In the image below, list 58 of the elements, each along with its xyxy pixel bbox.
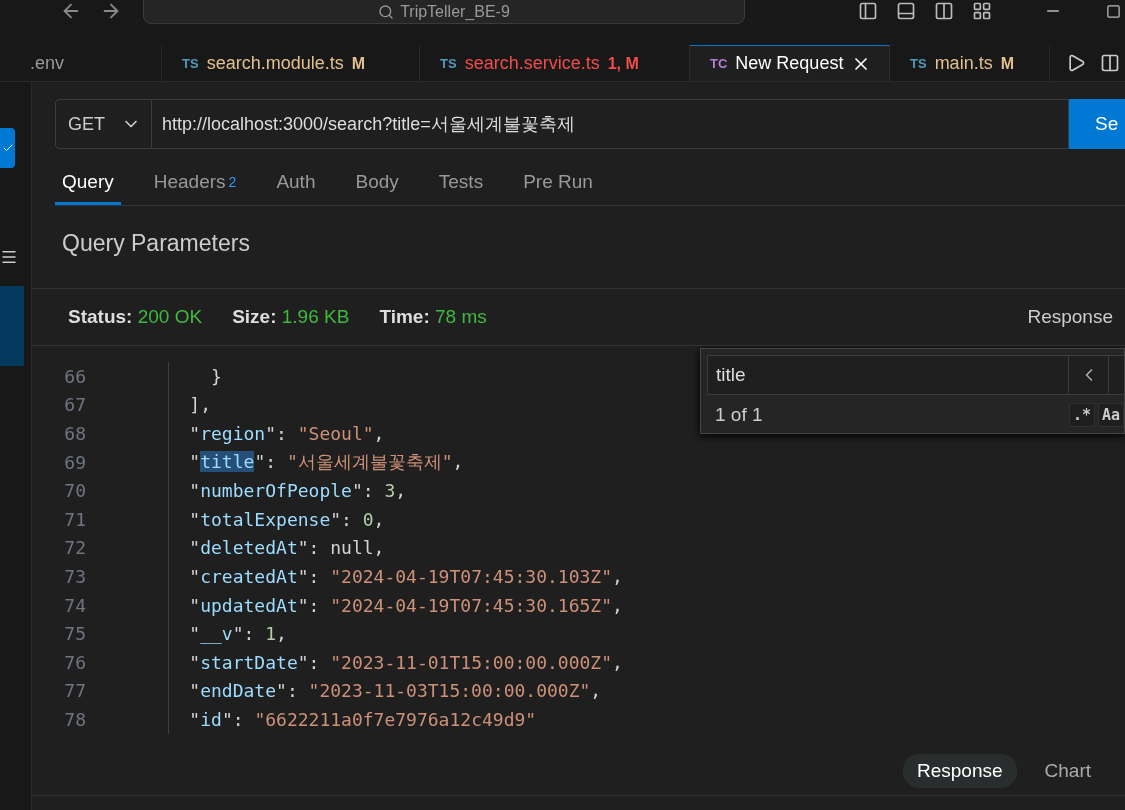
code-line: "updatedAt": "2024-04-19T07:45:30.165Z", — [188, 594, 623, 616]
customize-layout-icon[interactable] — [972, 1, 992, 21]
line-number: 73 — [63, 565, 86, 587]
maximize-icon[interactable] — [1106, 3, 1121, 19]
line-number: 69 — [63, 451, 86, 473]
code-line: "id": "6622211a0f7e7976a12c49d9" — [188, 708, 537, 730]
code-line: "endDate": "2023-11-03T15:00:00.000Z", — [188, 680, 602, 702]
status-item: Time: 78 ms — [379, 306, 487, 328]
code-line: "totalExpense": 0, — [188, 508, 385, 530]
code-line: "numberOfPeople": 3, — [188, 480, 407, 502]
send-button[interactable]: Se — [1069, 99, 1125, 149]
menu-icon[interactable] — [0, 248, 18, 266]
method-select[interactable]: GET — [55, 99, 152, 149]
line-number: 68 — [63, 423, 86, 444]
search-icon — [378, 3, 395, 20]
request-tab[interactable]: Body — [348, 161, 406, 205]
line-number: 70 — [63, 480, 86, 502]
status-item: Size: 1.96 KB — [232, 306, 350, 328]
line-number: 72 — [63, 537, 86, 559]
request-tab[interactable]: Tests — [431, 161, 491, 205]
split-editor-icon[interactable] — [1100, 53, 1120, 73]
line-number: 75 — [63, 623, 86, 645]
url-field[interactable]: http://localhost:3000/search?title=서울세계불꽃축제 — [152, 99, 1069, 149]
check-button[interactable] — [0, 128, 15, 168]
request-tab[interactable]: Pre Run — [516, 161, 600, 205]
find-field[interactable]: title — [707, 355, 1069, 395]
code-line: "startDate": "2023-11-01T15:00:00.000Z", — [188, 651, 623, 673]
toggle-secondary-sidebar-icon[interactable] — [934, 1, 954, 21]
command-center[interactable]: TripTeller_BE-9 — [143, 0, 745, 24]
request-tab[interactable]: Query — [55, 161, 121, 205]
view-tab[interactable]: Response — [902, 754, 1017, 788]
code-line: "createdAt": "2024-04-19T07:45:30.103Z", — [188, 565, 623, 587]
view-tab[interactable]: Chart — [1030, 754, 1105, 788]
line-number: 78 — [63, 708, 86, 730]
line-number: 76 — [63, 651, 86, 673]
code-line: ], — [188, 394, 212, 416]
line-number: 74 — [63, 594, 86, 616]
match-case-toggle[interactable]: Aa — [1097, 403, 1124, 427]
toggle-sidebar-icon[interactable] — [858, 1, 878, 21]
code-line: "title": "서울세계불꽃축제", — [188, 450, 464, 475]
code-line: "region": "Seoul", — [188, 423, 385, 444]
code-line: "__v": 1, — [188, 623, 287, 645]
line-number: 77 — [63, 680, 86, 702]
response-label: Response — [1027, 306, 1113, 328]
line-number: 67 — [63, 394, 86, 416]
line-number: 71 — [63, 508, 86, 530]
status-item: Status: 200 OK — [68, 306, 203, 328]
request-tab[interactable]: Auth — [269, 161, 323, 205]
match-count: 1 of 1 — [714, 404, 763, 426]
run-icon[interactable] — [1066, 53, 1086, 73]
code-line: "deletedAt": null, — [188, 537, 385, 559]
toggle-panel-icon[interactable] — [896, 1, 916, 21]
section-title: Query Parameters — [62, 230, 251, 258]
check-icon — [1, 142, 14, 154]
line-number: 66 — [63, 365, 86, 387]
regex-toggle[interactable]: .* — [1068, 403, 1095, 427]
editor-tab[interactable]: TC New Request — [690, 45, 890, 81]
code-line: } — [210, 365, 222, 387]
